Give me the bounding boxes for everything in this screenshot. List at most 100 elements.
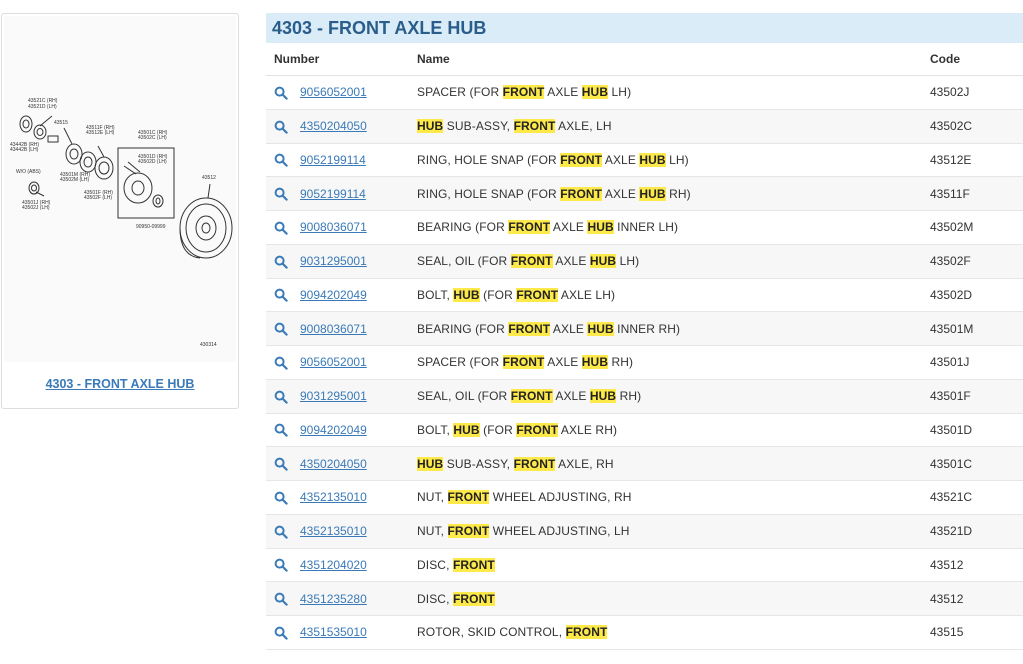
table-row: 4351235280 DISC, FRONT 43512 — [266, 581, 1023, 616]
row-action-cell — [266, 75, 300, 110]
search-icon[interactable] — [274, 558, 288, 572]
search-icon[interactable] — [274, 255, 288, 269]
part-number-link[interactable]: 9056052001 — [300, 355, 367, 369]
part-number-cell: 9094202049 — [300, 413, 417, 448]
part-name-text: DISC, — [417, 591, 453, 606]
search-icon[interactable] — [274, 423, 288, 437]
part-name-text: BOLT, — [417, 287, 454, 302]
search-icon[interactable] — [274, 221, 288, 235]
part-number-link[interactable]: 9052199114 — [300, 187, 366, 201]
search-highlight: HUB — [581, 85, 609, 100]
search-highlight: FRONT — [452, 591, 495, 606]
search-highlight: HUB — [589, 389, 617, 404]
part-code-cell: 43512 — [930, 548, 1023, 583]
search-highlight: FRONT — [513, 456, 556, 471]
row-action-cell — [266, 278, 300, 313]
search-highlight: HUB — [589, 254, 617, 269]
part-name-cell: SPACER (FOR FRONT AXLE HUB LH) — [417, 75, 930, 110]
search-highlight: HUB — [581, 355, 609, 370]
search-icon[interactable] — [274, 390, 288, 404]
parts-table: Number Name Code 9056052001 SPACER (FOR F… — [266, 43, 1023, 650]
search-icon[interactable] — [274, 153, 288, 167]
part-number-link[interactable]: 9094202049 — [300, 288, 367, 302]
part-name-text: BEARING (FOR — [417, 220, 509, 235]
part-name-cell: RING, HOLE SNAP (FOR FRONT AXLE HUB RH) — [417, 176, 930, 211]
part-name-text: RING, HOLE SNAP (FOR — [417, 152, 561, 167]
search-icon[interactable] — [274, 288, 288, 302]
search-highlight: FRONT — [560, 186, 603, 201]
part-name-text: SPACER (FOR — [417, 355, 503, 370]
diagram-label: 43502M (LH) — [60, 177, 90, 183]
table-row: 9052199114 RING, HOLE SNAP (FOR FRONT AXL… — [266, 176, 1023, 211]
search-icon[interactable] — [274, 356, 288, 370]
diagram-caption-link[interactable]: 4303 - FRONT AXLE HUB — [2, 377, 238, 391]
part-number-link[interactable]: 4351204020 — [300, 558, 367, 572]
row-action-cell — [266, 345, 300, 380]
part-name-text: AXLE — [550, 220, 588, 235]
page-title: 4303 - FRONT AXLE HUB — [266, 13, 1023, 43]
search-icon[interactable] — [274, 86, 288, 100]
part-number-link[interactable]: 9008036071 — [300, 322, 367, 336]
search-icon[interactable] — [274, 322, 288, 336]
diagram-label: 43442B (LH) — [10, 147, 39, 153]
part-number-link[interactable]: 9094202049 — [300, 423, 367, 437]
part-number-cell: 4351235280 — [300, 581, 417, 616]
diagram-label: 43512E (LH) — [86, 130, 115, 136]
part-number-link[interactable]: 4350204050 — [300, 457, 367, 471]
part-number-link[interactable]: 9031295001 — [300, 254, 367, 268]
part-name-text: LH) — [608, 85, 632, 100]
part-name-text: SEAL, OIL (FOR — [417, 254, 511, 269]
search-icon[interactable] — [274, 592, 288, 606]
part-name-text: RING, HOLE SNAP (FOR — [417, 186, 561, 201]
part-number-link[interactable]: 4350204050 — [300, 119, 367, 133]
part-code-cell: 43501D — [930, 413, 1023, 448]
search-highlight: HUB — [587, 220, 614, 235]
table-row: 4352135010 NUT, FRONT WHEEL ADJUSTING, RH… — [266, 480, 1023, 515]
part-number-link[interactable]: 9052199114 — [300, 153, 366, 167]
parts-table-body: 9056052001 SPACER (FOR FRONT AXLE HUB LH)… — [266, 75, 1023, 650]
part-name-text: ROTOR, SKID CONTROL, — [417, 625, 566, 640]
part-number-link[interactable]: 4352135010 — [300, 490, 367, 504]
diagram-label: 43502F (LH) — [84, 195, 112, 201]
part-name-cell: HUB SUB-ASSY, FRONT AXLE, LH — [417, 109, 930, 144]
search-highlight: FRONT — [452, 557, 495, 572]
diagram-label: 43515 — [54, 120, 68, 126]
row-action-cell — [266, 210, 300, 245]
search-icon[interactable] — [274, 525, 288, 539]
search-icon[interactable] — [274, 626, 288, 640]
part-name-cell: BEARING (FOR FRONT AXLE HUB INNER LH) — [417, 210, 930, 245]
part-number-cell: 4351204020 — [300, 548, 417, 583]
part-number-link[interactable]: 4351535010 — [300, 625, 367, 639]
search-icon[interactable] — [274, 187, 288, 201]
part-number-link[interactable]: 4352135010 — [300, 524, 367, 538]
diagram-label: 90950-09999 — [136, 224, 166, 230]
part-number-cell: 9031295001 — [300, 244, 417, 279]
part-number-cell: 4352135010 — [300, 480, 417, 515]
part-name-text: SUB-ASSY, — [443, 456, 514, 471]
part-name-cell: BOLT, HUB (FOR FRONT AXLE RH) — [417, 413, 930, 448]
table-row: 9031295001 SEAL, OIL (FOR FRONT AXLE HUB … — [266, 379, 1023, 414]
search-icon[interactable] — [274, 457, 288, 471]
search-icon[interactable] — [274, 491, 288, 505]
part-number-link[interactable]: 4351235280 — [300, 592, 367, 606]
part-number-cell: 9031295001 — [300, 379, 417, 414]
part-name-text: INNER RH) — [613, 321, 681, 336]
part-number-link[interactable]: 9008036071 — [300, 220, 367, 234]
part-number-link[interactable]: 9031295001 — [300, 389, 367, 403]
table-row: 9056052001 SPACER (FOR FRONT AXLE HUB LH)… — [266, 75, 1023, 110]
search-highlight: FRONT — [510, 389, 553, 404]
part-number-link[interactable]: 9056052001 — [300, 85, 367, 99]
table-row: 9094202049 BOLT, HUB (FOR FRONT AXLE LH) 4… — [266, 278, 1023, 313]
diagram-card: 43521C (RH) 43521D (LH) 43515 43511F (RH… — [1, 13, 239, 409]
table-row: 9031295001 SEAL, OIL (FOR FRONT AXLE HUB … — [266, 244, 1023, 279]
parts-diagram[interactable]: 43521C (RH) 43521D (LH) 43515 43511F (RH… — [4, 16, 236, 362]
part-name-cell: SEAL, OIL (FOR FRONT AXLE HUB RH) — [417, 379, 930, 414]
part-name-cell: BOLT, HUB (FOR FRONT AXLE LH) — [417, 278, 930, 313]
part-code-cell: 43502C — [930, 109, 1023, 144]
table-row: 9052199114 RING, HOLE SNAP (FOR FRONT AXL… — [266, 143, 1023, 178]
part-name-text: AXLE, RH — [555, 456, 614, 471]
diagram-label: W/O (ABS) — [16, 169, 41, 175]
search-icon[interactable] — [274, 120, 288, 134]
part-number-cell: 4350204050 — [300, 109, 417, 144]
part-name-text: AXLE — [550, 321, 588, 336]
